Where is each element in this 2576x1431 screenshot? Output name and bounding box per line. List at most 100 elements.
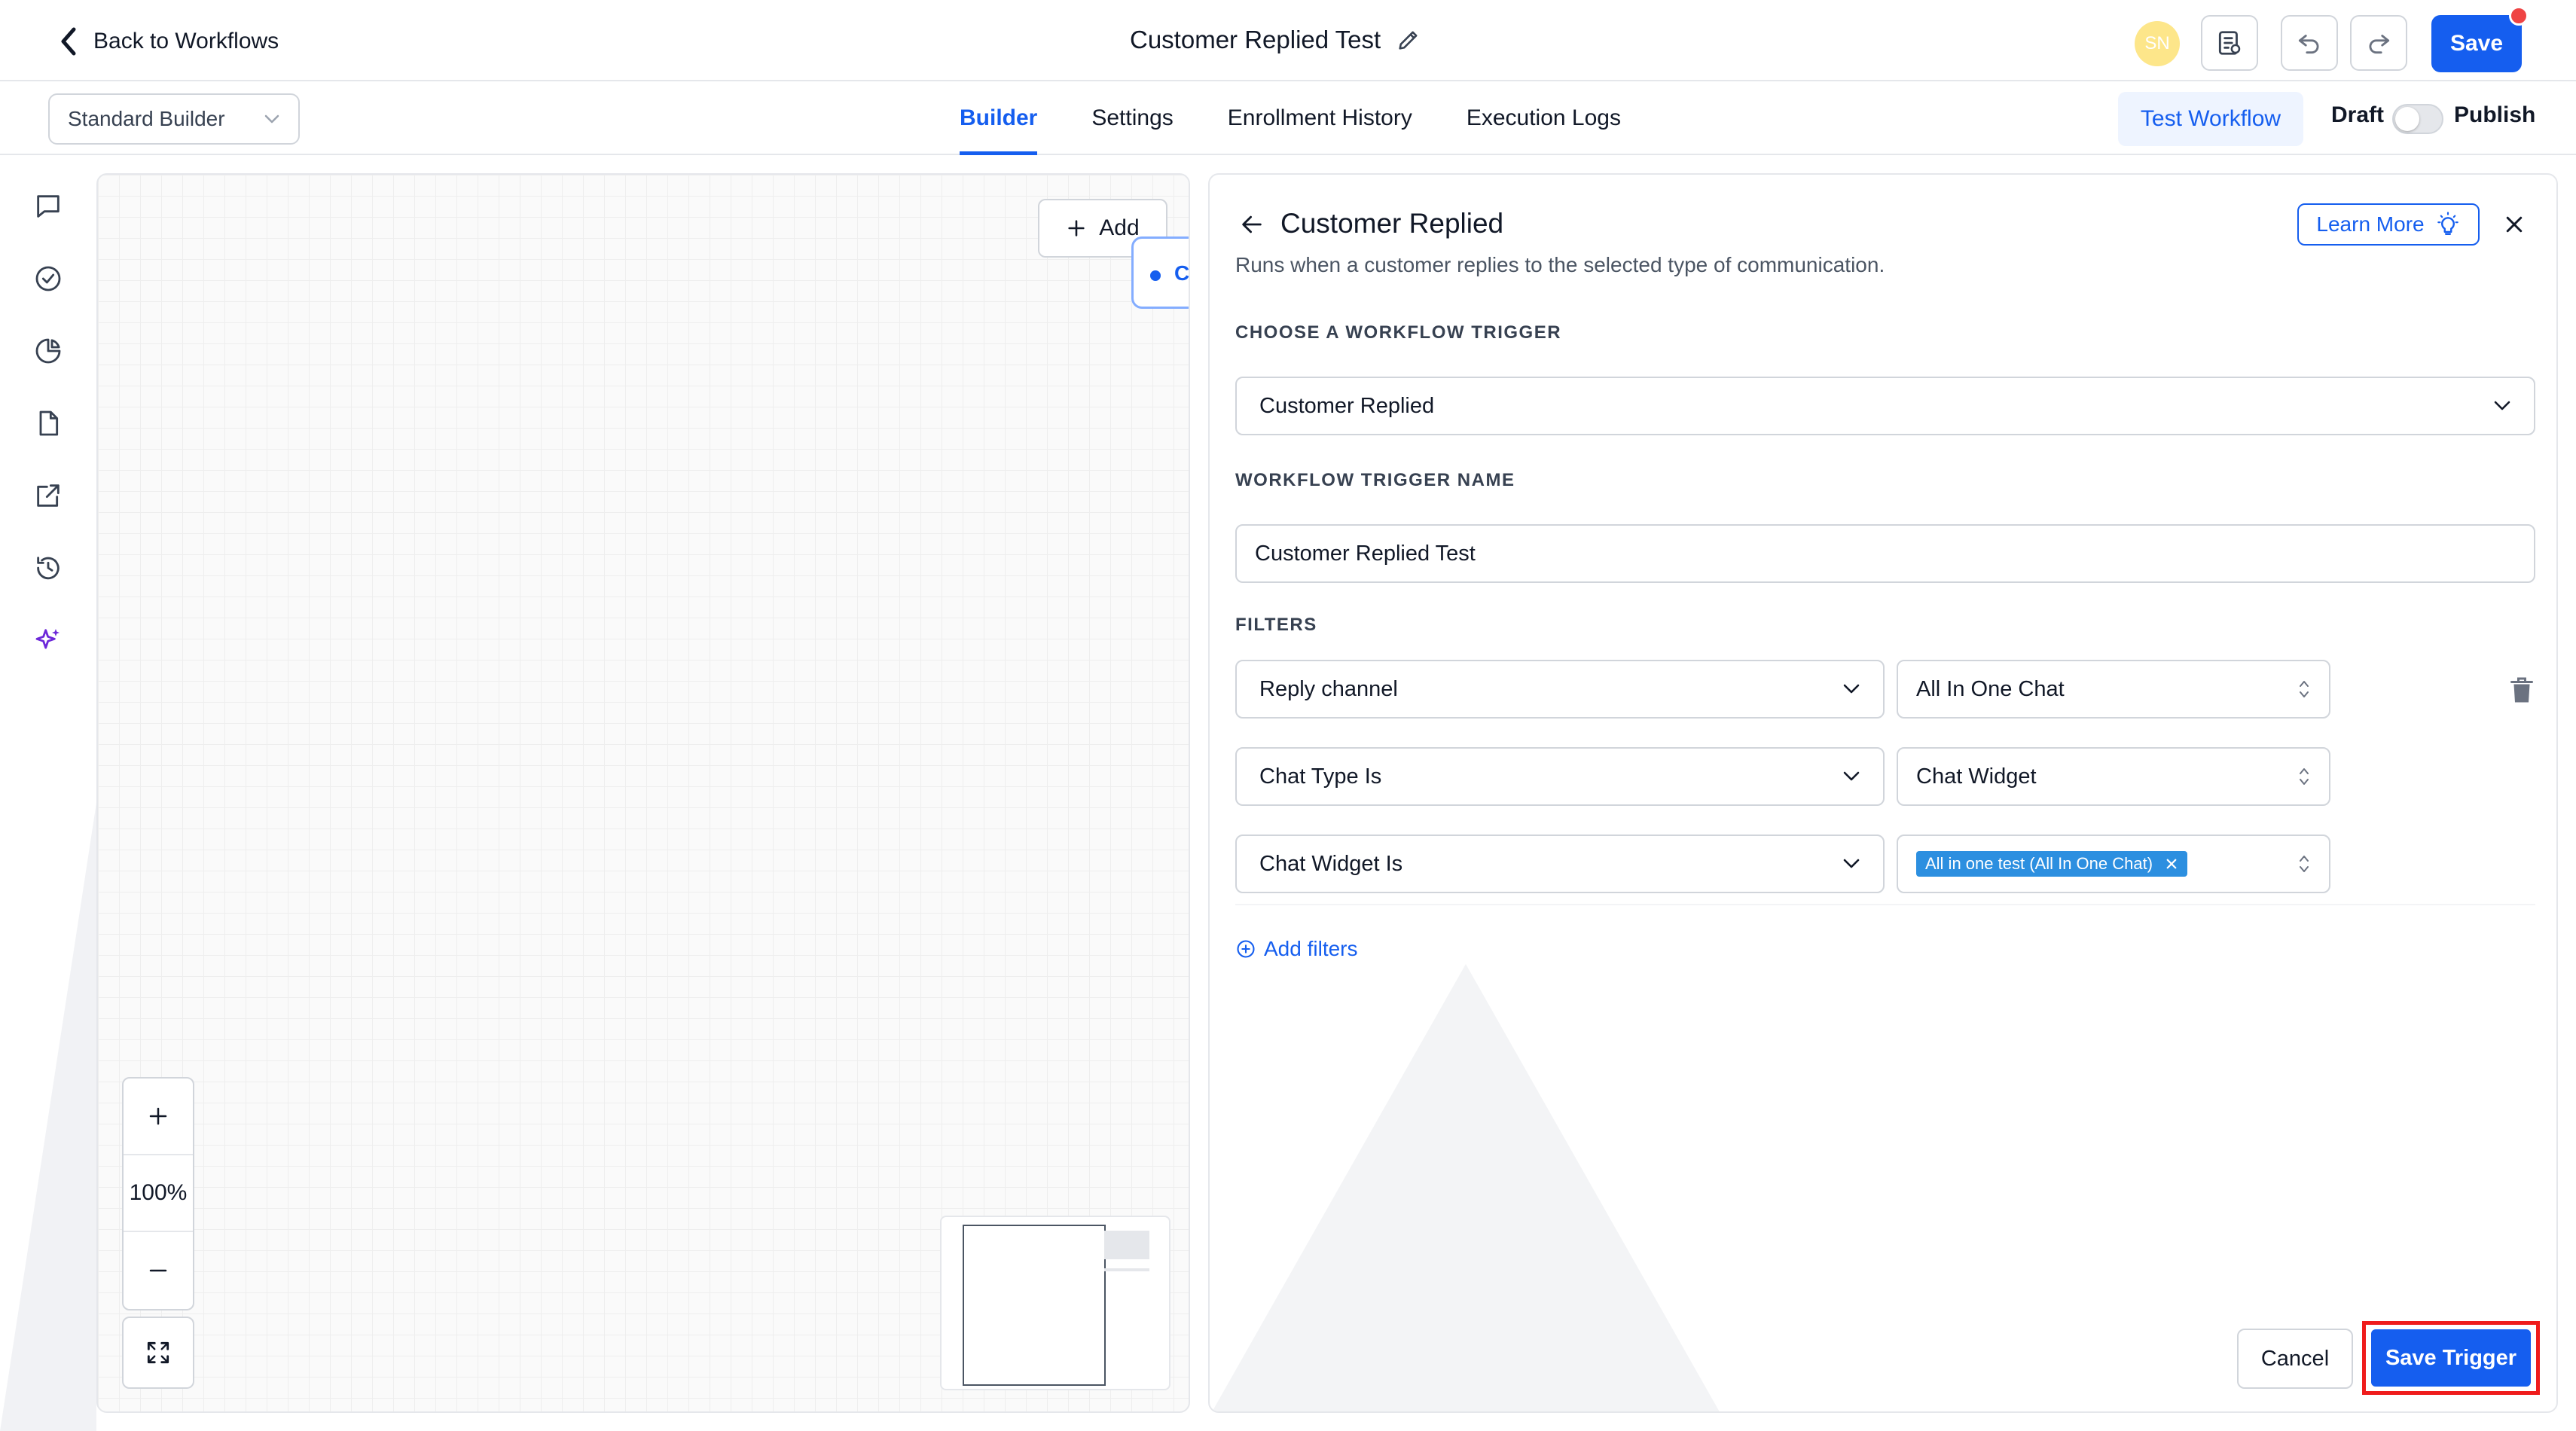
publish-label: Publish [2454, 102, 2536, 127]
delete-filters-button[interactable] [2505, 672, 2538, 708]
decorative-triangle [0, 803, 96, 1431]
publish-toggle[interactable] [2392, 104, 2443, 134]
filter-field-select[interactable]: Reply channel [1235, 660, 1885, 719]
close-panel-button[interactable] [2496, 206, 2532, 243]
back-label: Back to Workflows [93, 29, 279, 53]
plus-icon [1068, 220, 1085, 236]
builder-toolbar: Standard Builder Builder Settings Enroll… [0, 81, 2576, 155]
chip-label: All in one test (All In One Chat) [1925, 854, 2153, 873]
save-trigger-button[interactable]: Save Trigger [2371, 1329, 2531, 1387]
close-icon [2506, 216, 2523, 233]
save-trigger-highlight: Save Trigger [2362, 1321, 2540, 1395]
builder-mode-select[interactable]: Standard Builder [48, 93, 300, 145]
minimap-node [1104, 1231, 1149, 1259]
redo-button[interactable] [2350, 15, 2407, 71]
add-label: Add [1099, 215, 1140, 240]
avatar[interactable]: SN [2135, 21, 2180, 66]
toggle-knob [2395, 107, 2419, 131]
tab-builder[interactable]: Builder [960, 81, 1038, 155]
decorative-triangle [1210, 964, 1722, 1411]
chip-remove-icon[interactable] [2165, 857, 2178, 871]
zoom-in-button[interactable] [124, 1079, 193, 1155]
unsaved-indicator-dot [2509, 6, 2529, 26]
plus-circle-icon [1237, 940, 1255, 958]
builder-mode-value: Standard Builder [68, 107, 225, 130]
filters-heading: FILTERS [1235, 615, 1317, 635]
minimap-viewport [963, 1225, 1106, 1386]
panel-back-button[interactable] [1235, 208, 1268, 241]
filter-value: All In One Chat [1916, 676, 2065, 701]
canvas-minimap[interactable] [940, 1216, 1170, 1390]
trigger-node-label: C [1174, 261, 1190, 285]
workflow-canvas[interactable]: Add C 100% [96, 173, 1190, 1413]
trash-icon [2510, 677, 2533, 703]
panel-subtitle: Runs when a customer replies to the sele… [1235, 253, 1885, 276]
back-to-workflows-link[interactable]: Back to Workflows [59, 23, 279, 60]
pie-chart-icon[interactable] [30, 333, 66, 369]
workflow-tabs: Builder Settings Enrollment History Exec… [960, 81, 1621, 155]
add-filters-label: Add filters [1264, 937, 1358, 960]
learn-more-label: Learn More [2316, 212, 2425, 236]
chevron-down-icon [264, 114, 279, 124]
draft-label: Draft [2331, 102, 2385, 127]
trigger-node-dot [1150, 270, 1161, 281]
filter-multiselect[interactable]: All in one test (All In One Chat) [1897, 834, 2330, 893]
chevron-down-icon [2494, 401, 2510, 410]
check-circle-icon[interactable] [30, 261, 66, 297]
templates-button[interactable] [2201, 15, 2258, 71]
undo-button[interactable] [2281, 15, 2338, 71]
tab-settings[interactable]: Settings [1091, 81, 1173, 155]
filter-value-select[interactable]: All In One Chat [1897, 660, 2330, 719]
expand-icon [147, 1341, 169, 1364]
filters-divider [1235, 904, 2535, 905]
trigger-name-value: Customer Replied Test [1255, 541, 1476, 566]
workflow-title: Customer Replied Test [1130, 21, 1421, 59]
lightbulb-icon [2437, 212, 2458, 235]
trigger-name-input[interactable]: Customer Replied Test [1235, 524, 2535, 583]
trigger-type-select[interactable]: Customer Replied [1235, 377, 2535, 435]
filter-field-select[interactable]: Chat Widget Is [1235, 834, 1885, 893]
chevron-down-icon [1843, 684, 1860, 694]
selected-chip: All in one test (All In One Chat) [1916, 851, 2188, 877]
tab-execution-logs[interactable]: Execution Logs [1467, 81, 1621, 155]
zoom-controls: 100% [122, 1077, 194, 1310]
cancel-button[interactable]: Cancel [2237, 1329, 2353, 1389]
trigger-node[interactable]: C [1131, 236, 1190, 309]
redo-icon [2369, 35, 2390, 54]
test-workflow-button[interactable]: Test Workflow [2118, 92, 2303, 146]
external-link-icon[interactable] [30, 478, 66, 514]
zoom-out-button[interactable] [124, 1232, 193, 1309]
save-button[interactable]: Save [2431, 15, 2522, 72]
filter-field-value: Chat Widget Is [1259, 851, 1403, 876]
filter-field-value: Reply channel [1259, 676, 1398, 701]
minimap-connector [1104, 1268, 1149, 1271]
filter-field-value: Chat Type Is [1259, 764, 1382, 789]
minus-icon [149, 1269, 167, 1272]
trigger-type-value: Customer Replied [1259, 393, 1435, 418]
zoom-level: 100% [124, 1155, 193, 1232]
sort-arrows-icon [2300, 856, 2309, 872]
chat-bubble-icon[interactable] [30, 188, 66, 224]
filter-value-select[interactable]: Chat Widget [1897, 747, 2330, 806]
undo-icon [2298, 35, 2319, 54]
add-filters-link[interactable]: Add filters [1235, 937, 1358, 961]
fit-view-button[interactable] [122, 1317, 194, 1389]
history-icon[interactable] [30, 550, 66, 586]
tab-enrollment-history[interactable]: Enrollment History [1228, 81, 1412, 155]
document-list-icon [2218, 31, 2241, 55]
learn-more-button[interactable]: Learn More [2297, 203, 2480, 246]
pencil-icon[interactable] [1396, 27, 1421, 53]
sparkles-icon[interactable] [30, 622, 66, 658]
document-icon[interactable] [30, 405, 66, 441]
trigger-config-panel: Customer Replied Runs when a customer re… [1208, 173, 2558, 1413]
sort-arrows-icon [2300, 681, 2309, 697]
chevron-down-icon [1843, 771, 1860, 781]
panel-title: Customer Replied [1280, 208, 1504, 239]
chevron-left-icon [61, 27, 76, 56]
chevron-down-icon [1843, 859, 1860, 868]
sort-arrows-icon [2300, 768, 2309, 785]
left-sidebar [0, 155, 96, 1431]
filter-field-select[interactable]: Chat Type Is [1235, 747, 1885, 806]
plus-icon [149, 1107, 167, 1125]
trigger-name-heading: WORKFLOW TRIGGER NAME [1235, 470, 1515, 490]
